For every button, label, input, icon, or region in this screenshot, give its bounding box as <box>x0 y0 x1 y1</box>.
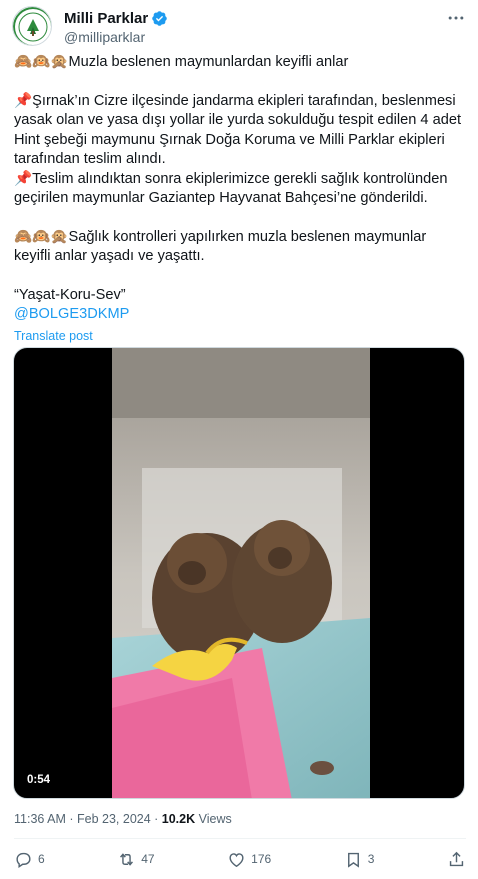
bookmark-icon <box>347 852 359 868</box>
like-button[interactable]: 176 <box>227 850 271 869</box>
action-bar: 6 47 176 3 <box>14 848 466 870</box>
post-meta: 11:36 AM · Feb 23, 2024 · 10.2K Views <box>14 812 232 826</box>
tweet-line: 📌Şırnak’ın Cizre ilçesinde jandarma ekip… <box>14 92 466 168</box>
tweet-line: “Yaşat-Koru-Sev” <box>14 286 126 303</box>
post-date[interactable]: Feb 23, 2024 <box>77 812 151 826</box>
divider <box>14 838 466 839</box>
reply-button[interactable]: 6 <box>14 850 45 869</box>
share-button[interactable] <box>447 850 466 869</box>
tweet-text: 🙈🙉🙊Muzla beslenen maymunlardan keyifli a… <box>14 53 466 346</box>
views-label: Views <box>195 812 232 826</box>
bookmark-button[interactable]: 3 <box>344 850 375 869</box>
views-count: 10.2K <box>161 812 196 826</box>
share-icon <box>449 851 464 866</box>
tweet-header: Milli Parklar @milliparklar <box>12 4 466 46</box>
handle[interactable]: @milliparklar <box>64 29 168 45</box>
avatar[interactable] <box>12 6 52 46</box>
reply-count: 6 <box>38 852 45 866</box>
mention-link[interactable]: @BOLGE3DKMP <box>14 306 129 322</box>
bookmark-count: 3 <box>367 852 375 866</box>
like-count: 176 <box>251 852 272 866</box>
repost-icon <box>120 852 134 866</box>
tweet-line: 🙈🙉🙊Sağlık kontrolleri yapılırken muzla b… <box>14 228 431 265</box>
video-player[interactable]: 0:54 <box>13 347 465 799</box>
post-time[interactable]: 11:36 AM <box>14 812 66 826</box>
display-name[interactable]: Milli Parklar <box>64 10 148 27</box>
milli-parklar-logo-icon <box>13 7 51 45</box>
like-icon <box>229 852 244 867</box>
meta-separator: · <box>65 812 77 826</box>
repost-count: 47 <box>141 852 155 866</box>
video-thumbnail <box>112 348 370 798</box>
reply-icon <box>16 852 31 868</box>
tweet-line: 🙈🙉🙊Muzla beslenen maymunlardan keyifli a… <box>14 54 349 70</box>
translate-post-link[interactable]: Translate post <box>14 327 466 347</box>
more-icon[interactable] <box>446 8 466 28</box>
meta-separator: · <box>150 812 162 826</box>
verified-icon <box>151 10 168 27</box>
tweet-line: 📌Teslim alındıktan sonra ekiplerimizce g… <box>14 170 452 207</box>
video-duration: 0:54 <box>22 772 56 788</box>
repost-button[interactable]: 47 <box>117 850 155 869</box>
author-names: Milli Parklar @milliparklar <box>64 8 168 45</box>
